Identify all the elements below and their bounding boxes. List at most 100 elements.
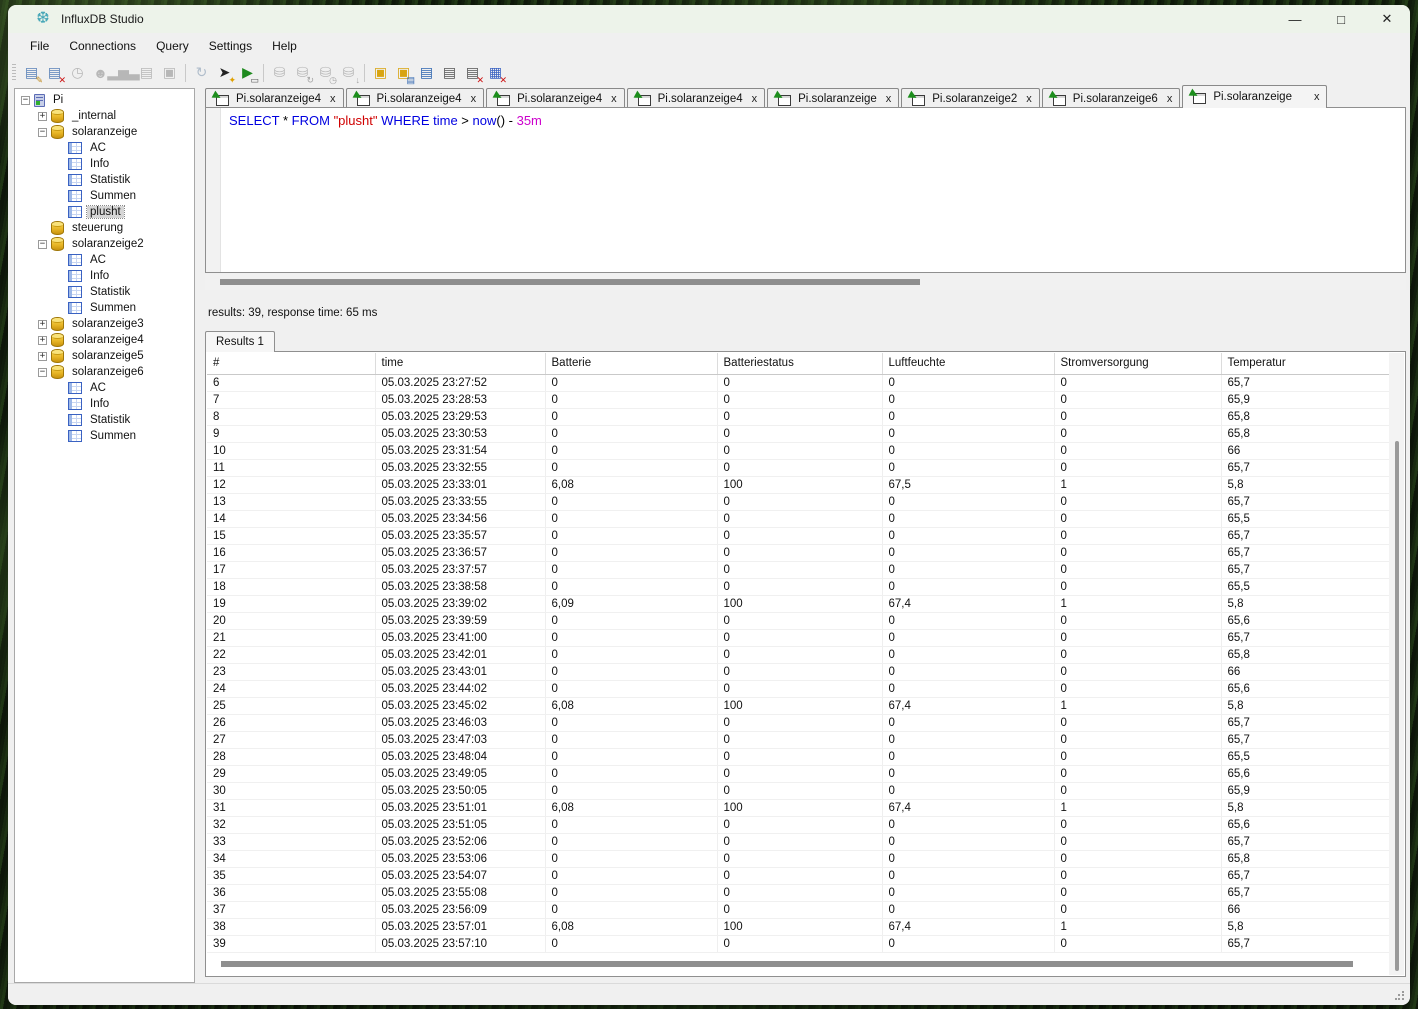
menu-item-help[interactable]: Help — [262, 36, 307, 56]
tree-item-summen[interactable]: Summen — [15, 300, 194, 316]
tree-item-ac[interactable]: AC — [15, 380, 194, 396]
tree-item-_internal[interactable]: +_internal — [15, 108, 194, 124]
table-row[interactable]: 1105.03.2025 23:32:55000065,7 — [207, 459, 1389, 476]
table-row[interactable]: 805.03.2025 23:29:53000065,8 — [207, 408, 1389, 425]
tree-item-info[interactable]: Info — [15, 396, 194, 412]
table-row[interactable]: 2505.03.2025 23:45:026,0810067,415,8 — [207, 697, 1389, 714]
tree-item-plusht[interactable]: plusht — [15, 204, 194, 220]
column-header-luftfeuchte[interactable]: Luftfeuchte — [882, 353, 1054, 374]
tab-pi.solaranzeige4[interactable]: Pi.solaranzeige4x — [205, 88, 344, 108]
collapse-expander-icon[interactable]: − — [38, 128, 47, 137]
tree-item-summen[interactable]: Summen — [15, 188, 194, 204]
table-row[interactable]: 1305.03.2025 23:33:55000065,7 — [207, 493, 1389, 510]
table-row[interactable]: 3805.03.2025 23:57:016,0810067,415,8 — [207, 918, 1389, 935]
expand-expander-icon[interactable]: + — [38, 112, 47, 121]
tree-item-solaranzeige3[interactable]: +solaranzeige3 — [15, 316, 194, 332]
table-row[interactable]: 2105.03.2025 23:41:00000065,7 — [207, 629, 1389, 646]
table-row[interactable]: 2405.03.2025 23:44:02000065,6 — [207, 680, 1389, 697]
collapse-expander-icon[interactable]: − — [38, 368, 47, 377]
run-query-icon[interactable]: ➤✦ — [214, 62, 235, 83]
tree-item-summen[interactable]: Summen — [15, 428, 194, 444]
tab-pi.solaranzeige6[interactable]: Pi.solaranzeige6x — [1042, 88, 1181, 108]
editor-hscroll-thumb[interactable] — [220, 279, 920, 285]
table-row[interactable]: 2905.03.2025 23:49:05000065,6 — [207, 765, 1389, 782]
table-row[interactable]: 2305.03.2025 23:43:01000066 — [207, 663, 1389, 680]
results-tab[interactable]: Results 1 — [205, 331, 275, 352]
table-row[interactable]: 1905.03.2025 23:39:026,0910067,415,8 — [207, 595, 1389, 612]
column-header-batteriestatus[interactable]: Batteriestatus — [717, 353, 882, 374]
tab-pi.solaranzeige4[interactable]: Pi.solaranzeige4x — [486, 88, 625, 108]
menu-item-connections[interactable]: Connections — [59, 36, 146, 56]
show-editor-icon[interactable]: ▤ — [416, 62, 437, 83]
table-row[interactable]: 3505.03.2025 23:54:07000065,7 — [207, 867, 1389, 884]
grid-vscroll-thumb[interactable] — [1395, 441, 1399, 971]
table-row[interactable]: 2705.03.2025 23:47:03000065,7 — [207, 731, 1389, 748]
table-row[interactable]: 605.03.2025 23:27:52000065,7 — [207, 374, 1389, 391]
delete-query-icon[interactable]: ▤✕ — [44, 62, 65, 83]
menu-item-query[interactable]: Query — [146, 36, 199, 56]
tree-item-ac[interactable]: AC — [15, 252, 194, 268]
minimize-button[interactable]: — — [1272, 5, 1318, 33]
tree-item-solaranzeige4[interactable]: +solaranzeige4 — [15, 332, 194, 348]
query-editor[interactable]: SELECT * FROM "plusht" WHERE time > now(… — [205, 107, 1406, 273]
table-row[interactable]: 1705.03.2025 23:37:57000065,7 — [207, 561, 1389, 578]
table-row[interactable]: 705.03.2025 23:28:53000065,9 — [207, 391, 1389, 408]
table-row[interactable]: 2805.03.2025 23:48:04000065,5 — [207, 748, 1389, 765]
table-row[interactable]: 3905.03.2025 23:57:10000065,7 — [207, 935, 1389, 952]
tab-close-icon[interactable]: x — [886, 93, 892, 105]
tag-keys-icon[interactable]: ▣ — [370, 62, 391, 83]
tab-close-icon[interactable]: x — [471, 93, 477, 105]
tree-item-statistik[interactable]: Statistik — [15, 172, 194, 188]
tab-pi.solaranzeige4[interactable]: Pi.solaranzeige4x — [627, 88, 766, 108]
tree-item-info[interactable]: Info — [15, 268, 194, 284]
resize-grip-icon[interactable] — [1395, 991, 1405, 1001]
table-row[interactable]: 2005.03.2025 23:39:59000065,6 — [207, 612, 1389, 629]
show-results-icon[interactable]: ▤ — [439, 62, 460, 83]
tab-close-icon[interactable]: x — [611, 93, 617, 105]
tab-pi.solaranzeige2[interactable]: Pi.solaranzeige2x — [901, 88, 1040, 108]
tab-close-icon[interactable]: x — [330, 93, 336, 105]
expand-expander-icon[interactable]: + — [38, 352, 47, 361]
editor-horizontal-scrollbar[interactable] — [205, 274, 1406, 290]
table-row[interactable]: 905.03.2025 23:30:53000065,8 — [207, 425, 1389, 442]
table-row[interactable]: 3605.03.2025 23:55:08000065,7 — [207, 884, 1389, 901]
expand-expander-icon[interactable]: + — [38, 336, 47, 345]
table-row[interactable]: 1805.03.2025 23:38:58000065,5 — [207, 578, 1389, 595]
table-row[interactable]: 2605.03.2025 23:46:03000065,7 — [207, 714, 1389, 731]
close-all-results-icon[interactable]: ▦✕ — [485, 62, 506, 83]
close-button[interactable]: ✕ — [1364, 5, 1410, 33]
column-header-index[interactable]: # — [207, 353, 375, 374]
grid-vertical-scrollbar[interactable] — [1389, 353, 1404, 975]
tab-pi.solaranzeige4[interactable]: Pi.solaranzeige4x — [346, 88, 485, 108]
column-header-batterie[interactable]: Batterie — [545, 353, 717, 374]
close-results-icon[interactable]: ▤✕ — [462, 62, 483, 83]
table-row[interactable]: 1505.03.2025 23:35:57000065,7 — [207, 527, 1389, 544]
tab-close-icon[interactable]: x — [1026, 93, 1032, 105]
tree-item-steuerung[interactable]: steuerung — [15, 220, 194, 236]
tab-close-icon[interactable]: x — [1314, 91, 1320, 103]
tag-values-icon[interactable]: ▣▤ — [393, 62, 414, 83]
column-header-time[interactable]: time — [375, 353, 545, 374]
expand-expander-icon[interactable]: + — [38, 320, 47, 329]
table-row[interactable]: 1205.03.2025 23:33:016,0810067,515,8 — [207, 476, 1389, 493]
tab-close-icon[interactable]: x — [1167, 93, 1173, 105]
maximize-button[interactable]: □ — [1318, 5, 1364, 33]
tab-pi.solaranzeige-active[interactable]: Pi.solaranzeigex — [1182, 85, 1327, 108]
table-row[interactable]: 3105.03.2025 23:51:016,0810067,415,8 — [207, 799, 1389, 816]
menu-item-file[interactable]: File — [20, 36, 59, 56]
table-row[interactable]: 3405.03.2025 23:53:06000065,8 — [207, 850, 1389, 867]
tree-item-ac[interactable]: AC — [15, 140, 194, 156]
tree-item-statistik[interactable]: Statistik — [15, 412, 194, 428]
table-row[interactable]: 3305.03.2025 23:52:06000065,7 — [207, 833, 1389, 850]
tree-item-solaranzeige[interactable]: −solaranzeige — [15, 124, 194, 140]
table-row[interactable]: 3705.03.2025 23:56:09000066 — [207, 901, 1389, 918]
column-header-stromversorgung[interactable]: Stromversorgung — [1054, 353, 1221, 374]
tree-item-solaranzeige2[interactable]: −solaranzeige2 — [15, 236, 194, 252]
run-query-new-tab-icon[interactable]: ▶▭ — [237, 62, 258, 83]
tree-item-info[interactable]: Info — [15, 156, 194, 172]
tree-item-statistik[interactable]: Statistik — [15, 284, 194, 300]
table-row[interactable]: 3205.03.2025 23:51:05000065,6 — [207, 816, 1389, 833]
collapse-expander-icon[interactable]: − — [21, 96, 30, 105]
tree-item-solaranzeige5[interactable]: +solaranzeige5 — [15, 348, 194, 364]
tree-item-pi[interactable]: −Pi — [15, 92, 194, 108]
